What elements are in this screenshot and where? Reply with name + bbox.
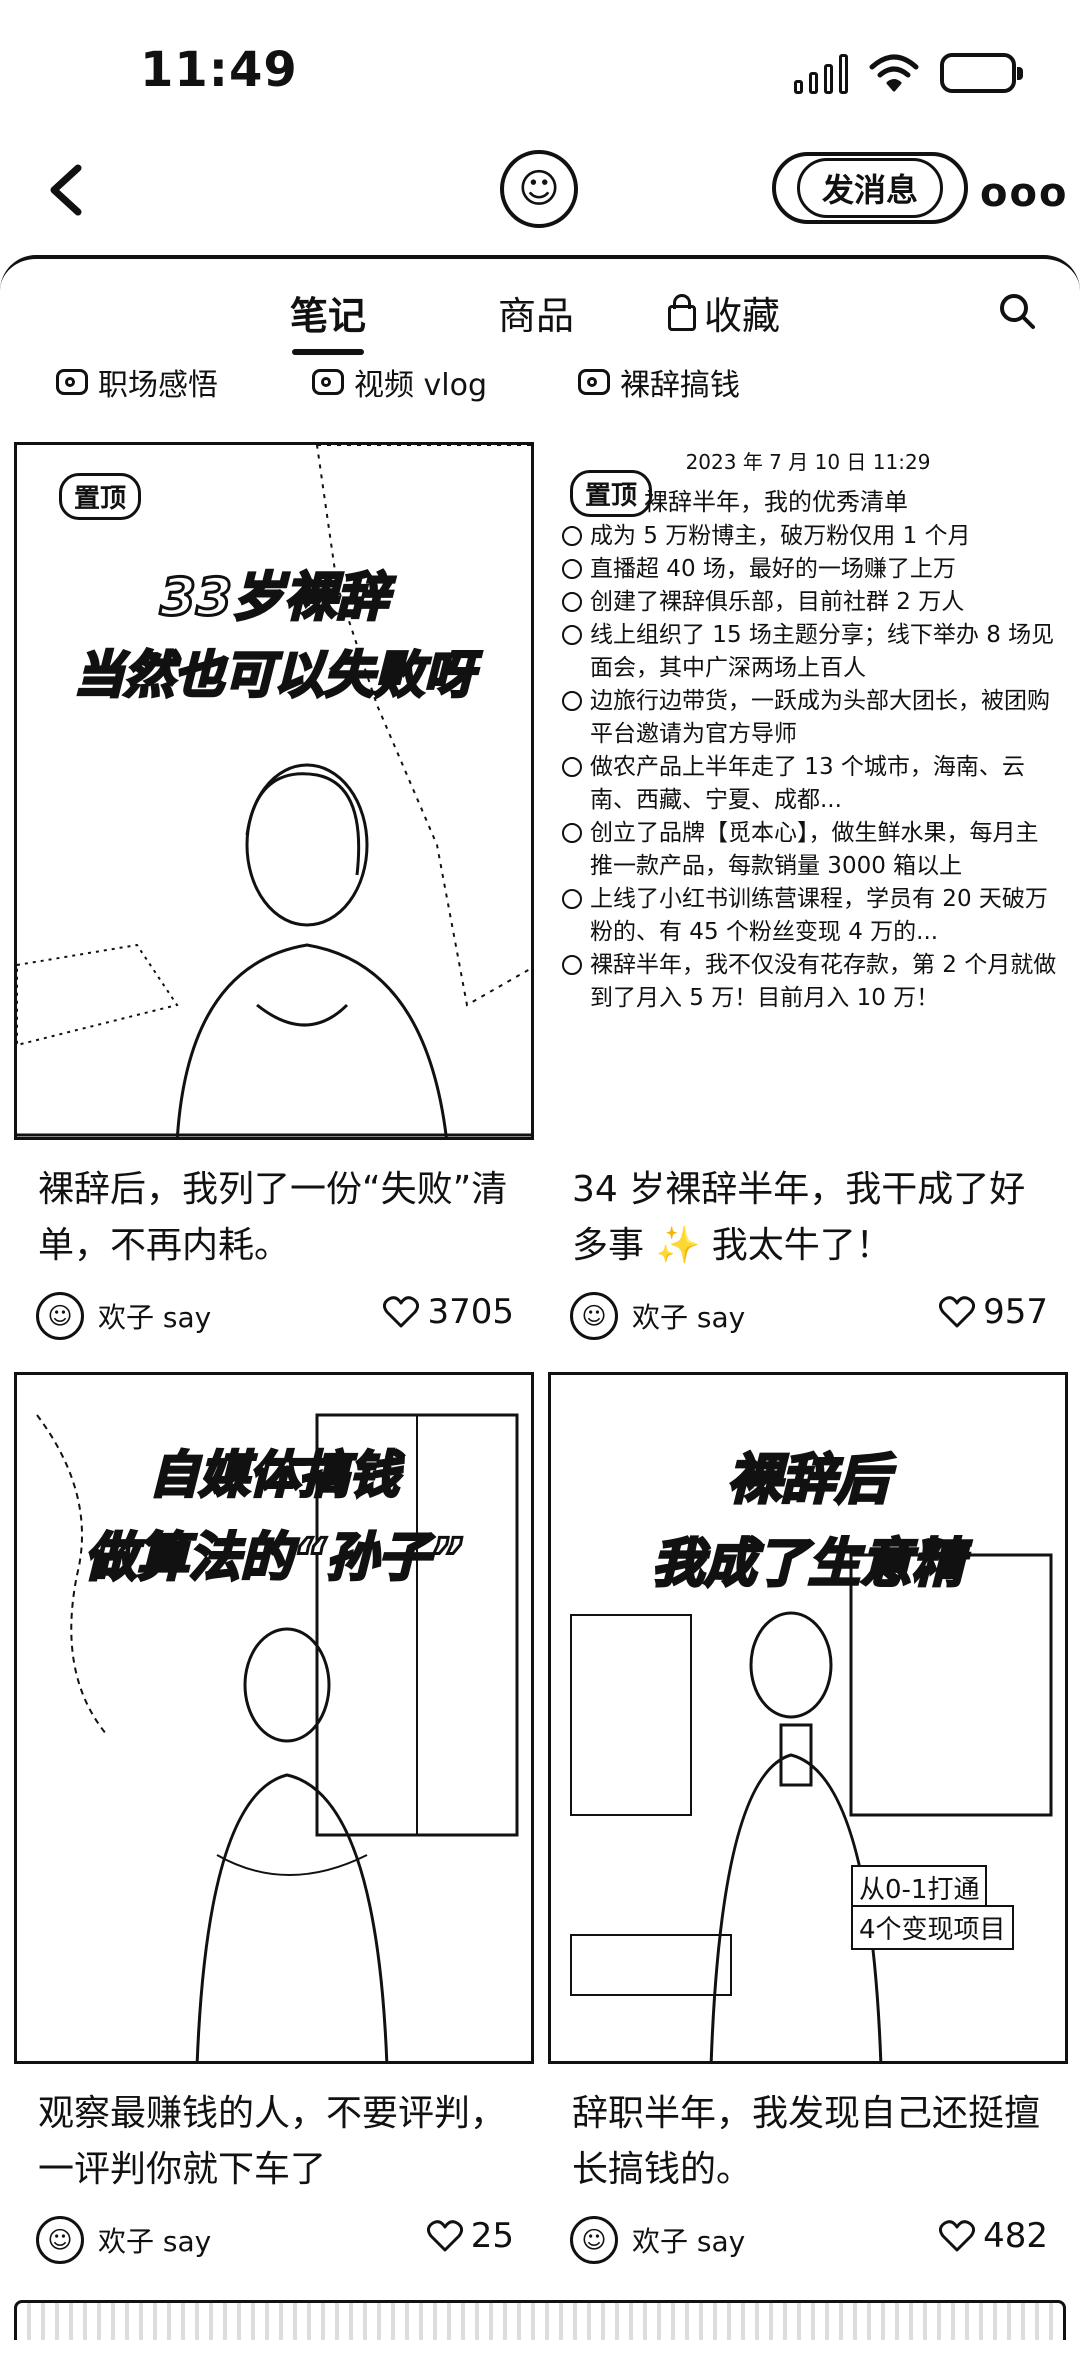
like-count: 3705 [427,1292,514,1332]
author-name[interactable]: 欢子 say [98,2220,211,2260]
lock-icon [668,294,696,331]
next-note-cover-peek[interactable] [14,2300,1066,2340]
achievement-list: 成为 5 万粉博主，破万粉仅用 1 个月 直播超 40 场，最好的一场赚了上万 … [562,520,1060,1015]
search-icon[interactable] [998,292,1036,330]
list-item: 上线了小红书训练营课程，学员有 20 天破万粉的、有 45 个粉丝变现 4 万的… [562,883,1060,949]
cover-title-line: 裸辞后 [726,1447,891,1513]
note-meta: ☺ 欢子 say 957 [548,1286,1068,1346]
list-item: 裸辞半年，我不仅没有花存款，第 2 个月就做到了月入 5 万！目前月入 10 万… [562,949,1060,1015]
heart-icon [426,2220,463,2252]
cover-tag: 4个变现项目 [851,1905,1014,1950]
chip-label: 职场感悟 [98,368,218,403]
chip-label: 视频 vlog [354,368,488,403]
pinned-badge: 置顶 [59,473,142,520]
cover-title-line: 自媒体搞钱 [148,1445,401,1506]
cellular-signal-icon [794,52,848,94]
status-time: 11:49 [140,42,298,98]
like-count: 957 [983,1292,1048,1332]
author-avatar[interactable]: ☺ [570,1292,618,1340]
note-cover-image: 自媒体搞钱 做算法的“孙子” [14,1372,534,2064]
author-avatar[interactable]: ☺ [570,2216,618,2264]
note-cover-image: 2023 年 7 月 10 日 11:29 置顶 裸辞半年，我的优秀清单 成为 … [548,442,1068,1140]
tab-collections-label: 收藏 [704,294,781,338]
more-options-icon[interactable]: ooo [980,170,1068,216]
profile-tabs: 笔记 商品 收藏 [0,285,1080,355]
like-count: 482 [983,2216,1048,2256]
note-card[interactable]: 2023 年 7 月 10 日 11:29 置顶 裸辞半年，我的优秀清单 成为 … [548,442,1068,1346]
like-button[interactable]: 3705 [383,1292,514,1332]
note-cover-image: 裸辞后 我成了生意精 从0-1打通 4个变现项目 [548,1372,1068,2064]
profile-avatar[interactable]: ☺ [500,150,578,228]
category-chips: 职场感悟 视频 vlog 裸辞搞钱 [0,360,1080,410]
like-count: 25 [470,2216,514,2256]
author-name[interactable]: 欢子 say [632,2220,745,2260]
author-name[interactable]: 欢子 say [632,1296,745,1336]
cover-title-line: 33岁裸辞 [158,567,389,630]
tab-notes[interactable]: 笔记 [290,285,366,340]
status-icons [794,48,1023,98]
author-name[interactable]: 欢子 say [98,1296,211,1336]
note-title: 辞职半年，我发现自己还挺擅长搞钱的。 [572,2093,1041,2190]
note-title: 34 岁裸辞半年，我干成了好多事 ✨ 我太牛了！ [572,1169,1026,1266]
send-message-button[interactable]: 发消息 [772,152,968,224]
like-button[interactable]: 482 [939,2216,1048,2256]
list-item: 创立了品牌【觅本心】，做生鲜水果，每月主推一款产品，每款销量 3000 箱以上 [562,817,1060,883]
battery-icon [940,53,1023,93]
send-message-label: 发消息 [796,158,943,218]
tab-products[interactable]: 商品 [498,285,574,340]
tab-collections[interactable]: 收藏 [668,285,780,340]
note-title: 裸辞后，我列了一份“失败”清单，不再内耗。 [38,1169,508,1266]
cover-title-line: 我成了生意精 [650,1533,965,1596]
like-button[interactable]: 25 [426,2216,514,2256]
chip-quit-make-money[interactable]: 裸辞搞钱 [578,360,740,404]
pinned-badge: 置顶 [570,470,653,517]
chip-workplace[interactable]: 职场感悟 [56,360,218,404]
chip-icon [312,369,344,395]
note-title: 观察最赚钱的人，不要评判，一评判你就下车了 [38,2093,507,2190]
note-card[interactable]: 自媒体搞钱 做算法的“孙子” 观察最赚钱的人，不要评判，一评判你就下车了 ☺ 欢… [14,1372,534,2270]
note-meta: ☺ 欢子 say 3705 [14,1286,534,1346]
active-tab-indicator [292,349,364,355]
list-item: 创建了裸辞俱乐部，目前社群 2 万人 [562,586,1060,619]
cover-title-line: 当然也可以失败呀 [73,645,476,706]
list-item: 线上组织了 15 场主题分享；线下举办 8 场见面会，其中广深两场上百人 [562,619,1060,685]
list-item: 做农产品上半年走了 13 个城市，海南、云南、西藏、宁夏、成都... [562,751,1060,817]
chip-label: 裸辞搞钱 [620,368,740,403]
cover-illustration [17,445,531,1137]
heart-icon [939,1296,976,1328]
list-heading: 裸辞半年，我的优秀清单 [644,488,908,516]
author-avatar[interactable]: ☺ [36,2216,84,2264]
list-item: 直播超 40 场，最好的一场赚了上万 [562,553,1060,586]
chip-video-vlog[interactable]: 视频 vlog [312,360,487,404]
heart-icon [939,2220,976,2252]
note-meta: ☺ 欢子 say 25 [14,2210,534,2270]
list-item: 成为 5 万粉博主，破万粉仅用 1 个月 [562,520,1060,553]
note-meta: ☺ 欢子 say 482 [548,2210,1068,2270]
note-card[interactable]: 置顶 33岁裸辞 当然也可以失败呀 裸辞后，我列了一份“失败”清单，不再内耗。 … [14,442,534,1346]
list-item: 边旅行边带货，一跃成为头部大团长，被团购平台邀请为官方导师 [562,685,1060,751]
note-card[interactable]: 裸辞后 我成了生意精 从0-1打通 4个变现项目 辞职半年，我发现自己还挺擅长搞… [548,1372,1068,2270]
cover-tag: 从0-1打通 [851,1865,988,1910]
note-cover-image: 置顶 33岁裸辞 当然也可以失败呀 [14,442,534,1140]
chip-icon [578,369,610,395]
wifi-icon [869,54,919,92]
like-button[interactable]: 957 [939,1292,1048,1332]
heart-icon [383,1296,420,1328]
author-avatar[interactable]: ☺ [36,1292,84,1340]
chip-icon [56,369,88,395]
back-icon[interactable] [40,160,100,220]
cover-title-line: 做算法的“孙子” [83,1527,465,1590]
